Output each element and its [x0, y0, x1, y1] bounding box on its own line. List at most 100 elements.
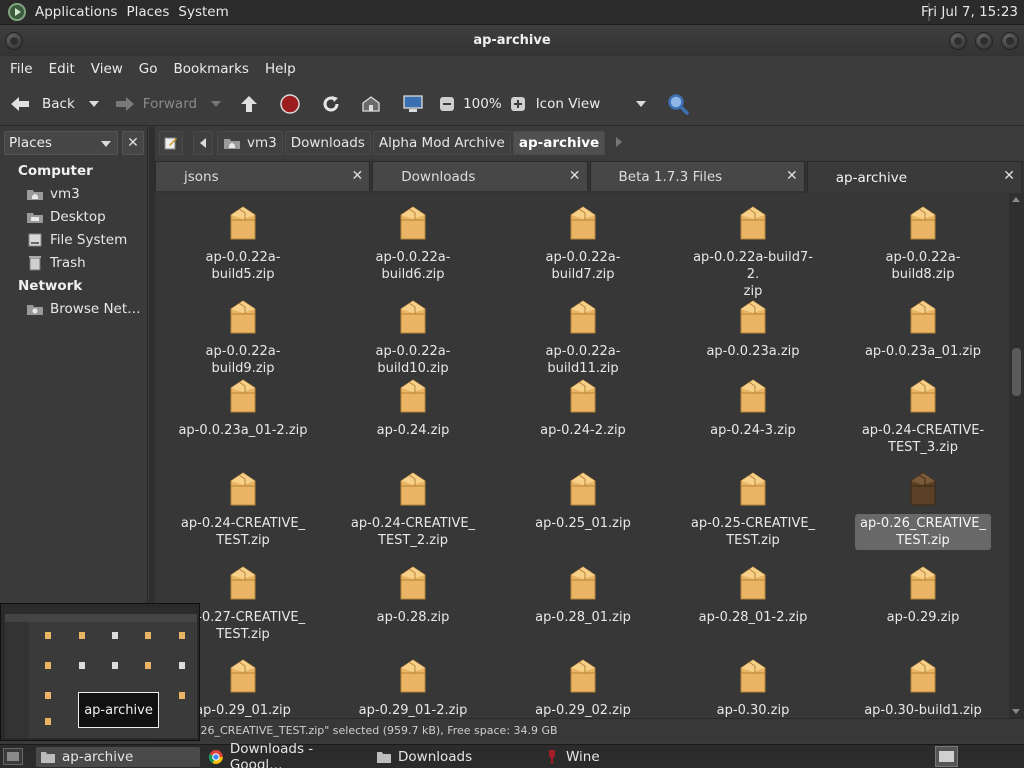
crumb-ap-archive[interactable]: ap-archive [512, 131, 606, 155]
file-item[interactable]: ap-0.25_01.zip [513, 469, 653, 533]
computer-button[interactable] [401, 92, 425, 116]
menu-applications[interactable]: Applications [35, 4, 117, 20]
menu-edit[interactable]: Edit [49, 61, 75, 77]
file-item[interactable]: ap-0.29.zip [853, 563, 993, 627]
file-item[interactable]: ap-0.24-CREATIVE- TEST_3.zip [853, 376, 993, 457]
minimize-button[interactable] [949, 32, 967, 50]
task-wine[interactable]: Wine [540, 747, 705, 767]
menu-system[interactable]: System [178, 4, 228, 20]
task-ap-archive[interactable]: ap-archive [36, 747, 200, 767]
view-mode-select[interactable]: Icon View [536, 96, 646, 112]
file-item[interactable]: ap-0.24.zip [343, 376, 483, 440]
back-button[interactable]: Back [8, 92, 75, 116]
reload-button[interactable] [319, 92, 343, 116]
window-menu-button[interactable] [5, 32, 23, 50]
file-item[interactable]: ap-0.0.22a-build5.zip [173, 203, 313, 284]
file-item[interactable]: ap-0.30-build1.zip [853, 656, 993, 718]
scrollbar-thumb[interactable] [1012, 348, 1021, 396]
distro-logo-icon[interactable] [8, 3, 26, 21]
chevron-down-icon [211, 100, 222, 107]
status-text: .26_CREATIVE_TEST.zip" selected (959.7 k… [197, 724, 558, 737]
chevron-left-icon [200, 138, 206, 148]
package-icon [400, 659, 426, 693]
file-item[interactable]: ap-0.29_02.zip [513, 656, 653, 718]
file-item[interactable]: ap-0.0.23a_01.zip [853, 297, 993, 361]
file-item[interactable]: ap-0.0.22a-build7-2. zip [683, 203, 823, 301]
file-item[interactable]: ap-0.0.23a.zip [683, 297, 823, 361]
back-history-dropdown[interactable] [88, 100, 99, 107]
toggle-location-entry-button[interactable] [159, 131, 183, 155]
sidebar-item-trash[interactable]: Trash [26, 255, 86, 271]
maximize-button[interactable] [975, 32, 993, 50]
side-pane-selector[interactable]: Places [4, 131, 118, 155]
search-icon [666, 92, 690, 116]
home-button[interactable] [359, 92, 383, 116]
close-tab-icon[interactable]: ✕ [786, 168, 798, 184]
file-item[interactable]: ap-0.25-CREATIVE_ TEST.zip [683, 469, 823, 550]
file-item[interactable]: ap-0.24-2.zip [513, 376, 653, 440]
crumbs-scroll-right-button[interactable] [615, 136, 623, 151]
crumbs-scroll-left-button[interactable] [193, 131, 213, 155]
file-item[interactable]: ap-0.28.zip [343, 563, 483, 627]
file-item[interactable]: ap-0.28_01-2.zip [683, 563, 823, 627]
package-icon [740, 566, 766, 600]
tab-jsons[interactable]: jsons ✕ [155, 161, 371, 191]
zoom-level[interactable]: 100% [463, 96, 502, 112]
file-item[interactable]: ap-0.24-CREATIVE_ TEST_2.zip [343, 469, 483, 550]
file-item[interactable]: ap-0.24-CREATIVE_ TEST.zip [173, 469, 313, 550]
menu-file[interactable]: File [10, 61, 33, 77]
close-window-button[interactable] [1001, 32, 1019, 50]
zoom-out-button[interactable] [435, 92, 459, 116]
file-item[interactable]: ap-0.0.22a-build11.zip [513, 297, 653, 378]
scroll-down-icon[interactable] [1012, 709, 1020, 714]
forward-button[interactable]: Forward [113, 92, 197, 116]
clock[interactable]: Fri Jul 7, 15:23 [921, 4, 1018, 20]
file-item[interactable]: ap-0.30.zip [683, 656, 823, 718]
crumb-vm3[interactable]: vm3 [217, 131, 283, 155]
chrome-icon [208, 750, 223, 764]
window-titlebar[interactable]: ap-archive [0, 25, 1024, 56]
close-tab-icon[interactable]: ✕ [352, 168, 364, 184]
sidebar-item-desktop[interactable]: Desktop [26, 209, 106, 225]
show-desktop-button[interactable] [3, 748, 23, 765]
file-item[interactable]: ap-0.0.22a-build8.zip [853, 203, 993, 284]
tab-ap-archive[interactable]: ap-archive ✕ [806, 161, 1022, 193]
file-item[interactable]: ap-0.0.22a-build10.zip [343, 297, 483, 378]
task-downloads[interactable]: Downloads [372, 747, 537, 767]
edit-icon [164, 137, 177, 150]
sidebar-item-browse-network[interactable]: Browse Net… [26, 301, 141, 317]
file-item[interactable]: ap-0.28_01.zip [513, 563, 653, 627]
scroll-up-icon[interactable] [1012, 197, 1020, 202]
tab-beta-files[interactable]: Beta 1.7.3 Files ✕ [589, 161, 805, 191]
task-chrome-downloads[interactable]: Downloads - Googl… [204, 741, 369, 768]
vertical-scrollbar[interactable] [1009, 193, 1024, 718]
file-item[interactable]: ap-0.29_01-2.zip [343, 656, 483, 718]
tab-downloads[interactable]: Downloads ✕ [372, 161, 588, 191]
file-item[interactable]: ap-0.0.23a_01-2.zip [173, 376, 313, 440]
workspace-switcher[interactable] [935, 746, 958, 767]
sidebar-item-file-system[interactable]: File System [26, 232, 127, 248]
file-item[interactable]: ap-0.0.22a-build6.zip [343, 203, 483, 284]
up-button[interactable] [237, 92, 261, 116]
crumb-downloads[interactable]: Downloads [284, 131, 371, 155]
stop-button[interactable] [278, 92, 302, 116]
sidebar-item-vm3[interactable]: vm3 [26, 186, 80, 202]
menu-places[interactable]: Places [126, 4, 169, 20]
file-item[interactable]: ap-0.0.22a-build7.zip [513, 203, 653, 284]
forward-history-dropdown[interactable] [211, 100, 222, 107]
sidebar-item-label: Browse Net… [50, 301, 141, 317]
search-button[interactable] [666, 92, 690, 116]
file-item[interactable]: ap-0.26_CREATIVE_ TEST.zip [853, 469, 993, 550]
side-pane-close-button[interactable]: ✕ [122, 131, 144, 155]
menu-bookmarks[interactable]: Bookmarks [174, 61, 249, 77]
crumb-alpha-mod-archive[interactable]: Alpha Mod Archive [372, 131, 511, 155]
zoom-in-button[interactable] [506, 92, 530, 116]
file-item[interactable]: ap-0.24-3.zip [683, 376, 823, 440]
close-tab-icon[interactable]: ✕ [569, 168, 581, 184]
close-tab-icon[interactable]: ✕ [1003, 168, 1015, 184]
menu-go[interactable]: Go [139, 61, 158, 77]
file-item[interactable]: ap-0.0.22a-build9.zip [173, 297, 313, 378]
menu-view[interactable]: View [91, 61, 123, 77]
menu-help[interactable]: Help [265, 61, 296, 77]
icon-view[interactable]: ap-0.0.22a-build5.zip ap-0.0.22a-build6.z… [155, 193, 1009, 718]
